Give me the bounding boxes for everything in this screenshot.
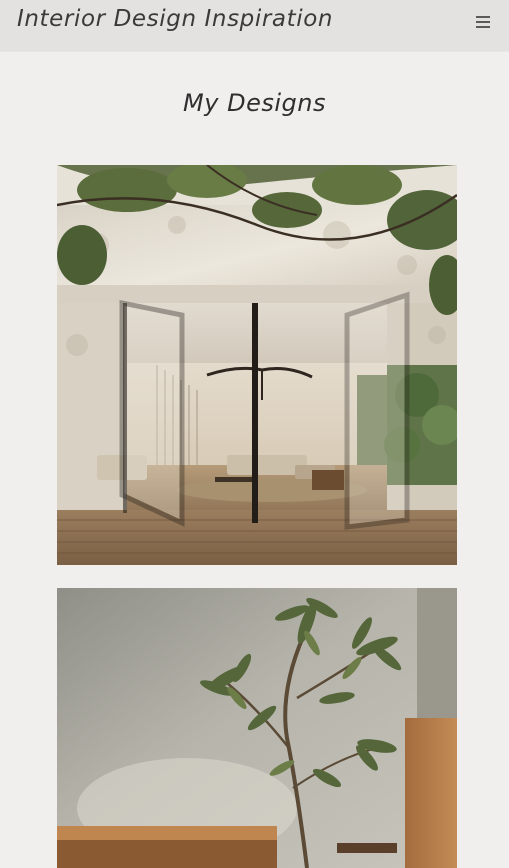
gallery-image-potted-tree[interactable] — [57, 588, 457, 868]
page-title: My Designs — [183, 89, 326, 117]
gallery-image-interior-doors[interactable] — [57, 165, 457, 565]
site-header: Interior Design Inspiration — [0, 0, 509, 52]
interior-doors-photo — [57, 165, 457, 565]
site-title[interactable]: Interior Design Inspiration — [17, 4, 333, 34]
hamburger-menu-icon[interactable] — [476, 14, 490, 30]
potted-tree-photo — [57, 588, 457, 868]
